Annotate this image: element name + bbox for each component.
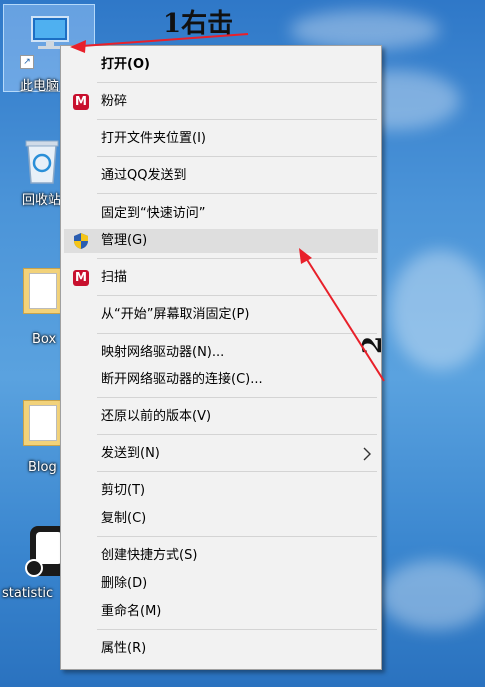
menu-item-scan[interactable]: 扫描	[64, 266, 378, 290]
mcafee-icon	[73, 270, 89, 286]
uac-shield-icon	[73, 233, 89, 249]
menu-item-label: 打开(O)	[101, 57, 150, 72]
menu-item-pin-quick-access[interactable]: 固定到“快速访问”	[64, 202, 378, 226]
menu-separator	[97, 82, 377, 83]
menu-item-label: 删除(D)	[101, 576, 148, 591]
menu-separator	[97, 397, 377, 398]
menu-separator	[97, 333, 377, 334]
menu-item-label: 发送到(N)	[101, 446, 160, 461]
menu-separator	[97, 629, 377, 630]
menu-item-label: 粉碎	[101, 94, 128, 109]
menu-item-label: 扫描	[101, 270, 128, 285]
menu-item-label: 重命名(M)	[101, 604, 162, 619]
annotation-step1-label: 1右击	[163, 9, 234, 39]
desktop-icon-label: 此电脑	[20, 79, 60, 94]
menu-item-rename[interactable]: 重命名(M)	[64, 600, 378, 624]
menu-item-label: 断开网络驱动器的连接(C)...	[101, 372, 263, 387]
menu-item-disconnect-network-drive[interactable]: 断开网络驱动器的连接(C)...	[64, 368, 378, 392]
menu-separator	[97, 536, 377, 537]
menu-item-open[interactable]: 打开(O)	[64, 53, 378, 77]
folder-icon	[23, 400, 61, 446]
menu-item-label: 映射网络驱动器(N)...	[101, 345, 225, 360]
menu-separator	[97, 471, 377, 472]
context-menu: 打开(O) 粉碎 打开文件夹位置(I) 通过QQ发送到 固定到“快速访问” 管理…	[60, 45, 382, 670]
menu-item-label: 还原以前的版本(V)	[101, 409, 212, 424]
menu-separator	[97, 193, 377, 194]
menu-separator	[97, 119, 377, 120]
menu-item-map-network-drive[interactable]: 映射网络驱动器(N)...	[64, 341, 378, 365]
menu-separator	[97, 295, 377, 296]
folder-icon	[23, 268, 61, 314]
menu-item-send-via-qq[interactable]: 通过QQ发送到	[64, 164, 378, 188]
menu-item-restore-previous[interactable]: 还原以前的版本(V)	[64, 405, 378, 429]
menu-item-label: 剪切(T)	[101, 483, 146, 498]
annotation-step2-label: 2	[358, 335, 389, 355]
menu-item-create-shortcut[interactable]: 创建快捷方式(S)	[64, 544, 378, 568]
menu-item-label: 管理(G)	[101, 233, 148, 248]
menu-item-cut[interactable]: 剪切(T)	[64, 479, 378, 503]
menu-item-label: 固定到“快速访问”	[101, 206, 206, 221]
menu-separator	[97, 156, 377, 157]
chevron-right-icon	[362, 446, 372, 466]
menu-item-label: 创建快捷方式(S)	[101, 548, 198, 563]
menu-item-unpin-start[interactable]: 从“开始”屏幕取消固定(P)	[64, 303, 378, 327]
menu-item-properties[interactable]: 属性(R)	[64, 637, 378, 661]
menu-separator	[97, 258, 377, 259]
menu-item-delete[interactable]: 删除(D)	[64, 572, 378, 596]
menu-item-label: 通过QQ发送到	[101, 168, 187, 183]
menu-item-shred[interactable]: 粉碎	[64, 90, 378, 114]
menu-item-label: 从“开始”屏幕取消固定(P)	[101, 307, 250, 322]
menu-item-manage[interactable]: 管理(G)	[64, 229, 378, 253]
menu-item-send-to[interactable]: 发送到(N)	[64, 442, 378, 466]
menu-item-label: 属性(R)	[101, 641, 147, 656]
mcafee-icon	[73, 94, 89, 110]
menu-item-open-folder-location[interactable]: 打开文件夹位置(I)	[64, 127, 378, 151]
menu-item-label: 复制(C)	[101, 511, 147, 526]
recycle-bin-icon	[22, 135, 62, 187]
menu-item-label: 打开文件夹位置(I)	[101, 131, 206, 146]
menu-item-copy[interactable]: 复制(C)	[64, 507, 378, 531]
shortcut-arrow-icon: ↗	[20, 55, 34, 69]
menu-separator	[97, 434, 377, 435]
